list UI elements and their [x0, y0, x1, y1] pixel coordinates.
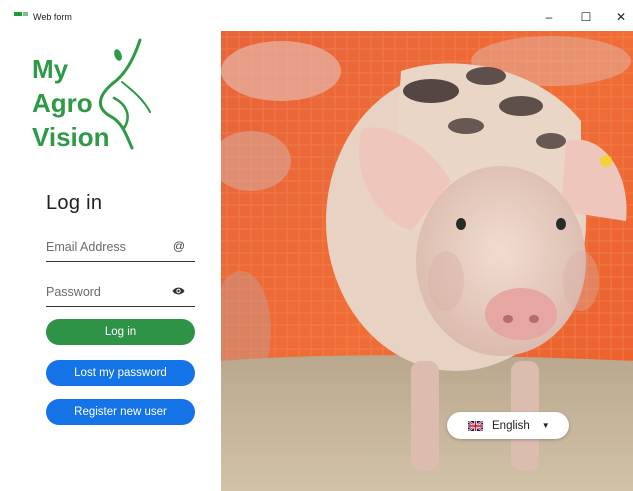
password-field[interactable]: [46, 280, 166, 304]
close-button[interactable]: ✕: [610, 8, 632, 26]
email-field[interactable]: [46, 235, 166, 259]
login-button[interactable]: Log in: [46, 319, 195, 345]
hero-pig-image: [221, 31, 633, 491]
login-heading: Log in: [46, 192, 103, 214]
at-icon: @: [172, 239, 185, 253]
eye-icon[interactable]: [172, 285, 185, 299]
language-label: English: [492, 419, 530, 432]
language-selector[interactable]: English ▼: [447, 412, 569, 439]
uk-flag-icon: [468, 420, 483, 431]
caret-down-icon: ▼: [541, 421, 550, 430]
password-field-wrapper: [46, 280, 195, 307]
maximize-button[interactable]: ☐: [575, 8, 597, 26]
minimize-button[interactable]: –: [538, 8, 560, 26]
lost-password-button[interactable]: Lost my password: [46, 360, 195, 386]
window-title: Web form: [33, 12, 72, 22]
email-field-wrapper: @: [46, 235, 195, 262]
app-icon: [14, 12, 28, 16]
register-button[interactable]: Register new user: [46, 399, 195, 425]
logo-figure-icon: [99, 38, 151, 150]
